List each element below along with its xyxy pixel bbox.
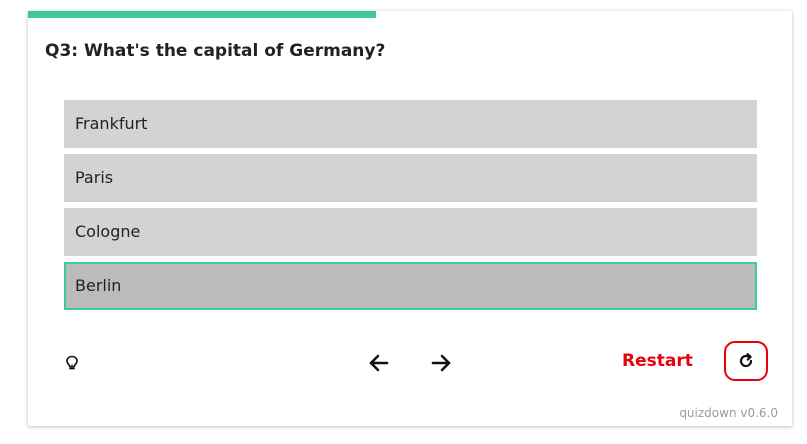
reload-button[interactable] [724, 341, 768, 381]
next-button[interactable] [428, 350, 454, 376]
answer-option-berlin[interactable]: Berlin [64, 262, 757, 310]
progress-bar-fill [28, 11, 376, 18]
lightbulb-icon [66, 355, 78, 370]
progress-bar [28, 11, 792, 18]
version-label: quizdown v0.6.0 [679, 406, 778, 420]
answer-option-label: Berlin [75, 276, 122, 295]
reload-icon [739, 353, 753, 368]
question-title: Q3: What's the capital of Germany? [45, 41, 386, 61]
arrow-left-icon [369, 354, 389, 372]
answer-option-cologne[interactable]: Cologne [64, 208, 757, 256]
arrow-right-icon [431, 354, 451, 372]
previous-button[interactable] [366, 350, 392, 376]
answer-option-label: Cologne [75, 222, 141, 241]
answer-option-paris[interactable]: Paris [64, 154, 757, 202]
restart-button[interactable]: Restart [622, 351, 693, 371]
hint-button[interactable] [61, 352, 83, 374]
quiz-card: Q3: What's the capital of Germany? Frank… [28, 11, 792, 426]
answer-options: Frankfurt Paris Cologne Berlin [64, 100, 757, 316]
answer-option-frankfurt[interactable]: Frankfurt [64, 100, 757, 148]
answer-option-label: Frankfurt [75, 114, 148, 133]
answer-option-label: Paris [75, 168, 114, 187]
